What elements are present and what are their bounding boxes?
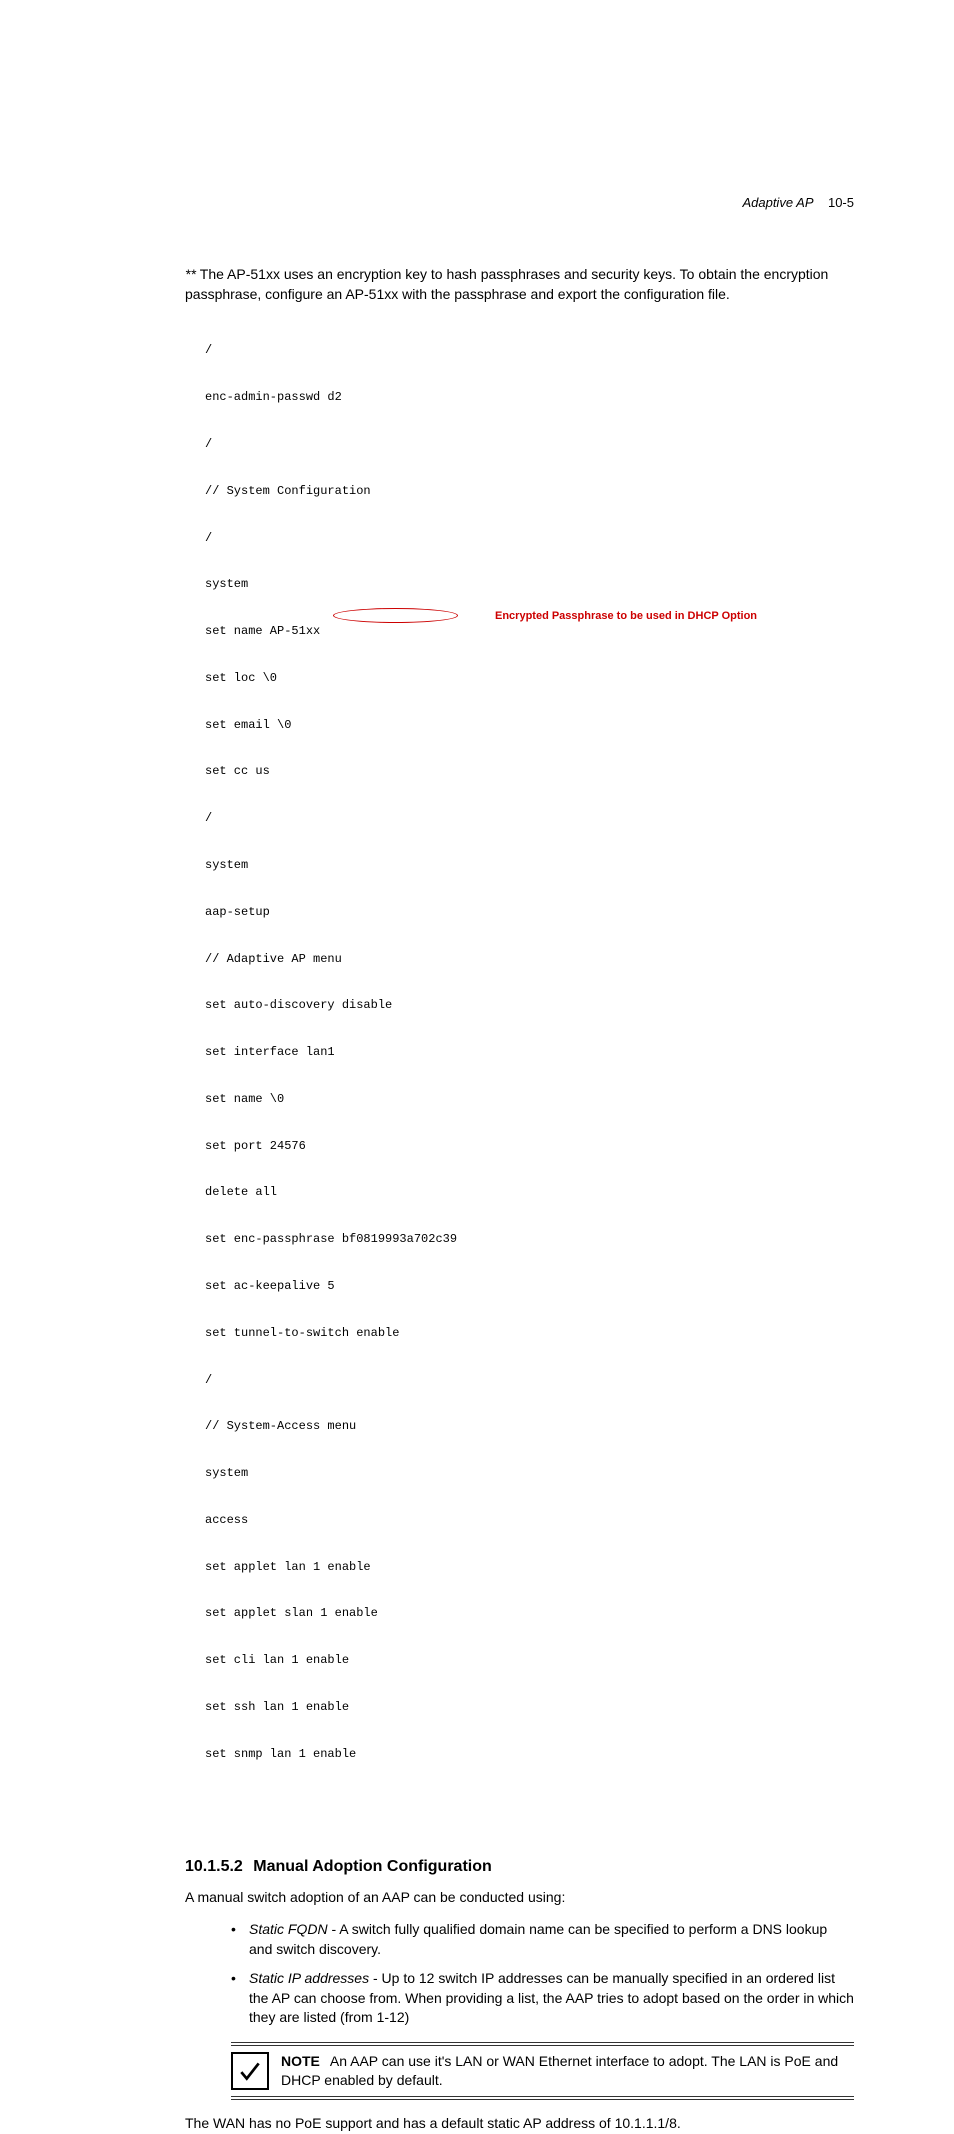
list-item: Static IP addresses - Up to 12 switch IP… [231,1969,854,2028]
code-line: set ac-keepalive 5 [205,1279,854,1295]
code-line: set applet slan 1 enable [205,1606,854,1622]
code-line: / [205,531,854,547]
code-line: / [205,343,854,359]
page-number: 10-5 [828,195,854,210]
note-text-wrap: NOTEAn AAP can use it's LAN or WAN Ether… [281,2052,854,2090]
code-line: set name AP-51xx [205,624,854,640]
section-title: Manual Adoption Configuration [253,1858,491,1875]
bullet-list: Static FQDN - A switch fully qualified d… [231,1920,854,2028]
section-intro: A manual switch adoption of an AAP can b… [185,1888,854,1908]
code-line: delete all [205,1185,854,1201]
callout-text: Encrypted Passphrase to be used in DHCP … [495,609,757,623]
intro-paragraph: ** The AP-51xx uses an encryption key to… [185,265,854,304]
page-header: Adaptive AP 10-5 [742,195,854,210]
code-line: // Adaptive AP menu [205,952,854,968]
note-box: NOTEAn AAP can use it's LAN or WAN Ether… [231,2042,854,2100]
code-line: // System Configuration [205,484,854,500]
list-item: Static FQDN - A switch fully qualified d… [231,1920,854,1959]
code-line: set cli lan 1 enable [205,1653,854,1669]
code-line: set name \0 [205,1092,854,1108]
code-line: access [205,1513,854,1529]
code-line: / [205,437,854,453]
intro-text: The AP-51xx uses an encryption key to ha… [185,266,828,302]
checkmark-icon [231,2052,269,2090]
code-line: set tunnel-to-switch enable [205,1326,854,1342]
note-label: NOTE [281,2053,320,2069]
code-line: set email \0 [205,718,854,734]
section-number: 10.1.5.2 [185,1858,243,1875]
code-line: / [205,1373,854,1389]
code-line: set cc us [205,764,854,780]
code-line: set applet lan 1 enable [205,1560,854,1576]
code-line: system [205,858,854,874]
code-line: set auto-discovery disable [205,998,854,1014]
code-line: set port 24576 [205,1139,854,1155]
code-line: system [205,577,854,593]
bullet-name: Static IP addresses [249,1970,369,1986]
code-line: set interface lan1 [205,1045,854,1061]
after-note-paragraph: The WAN has no PoE support and has a def… [185,2114,854,2134]
code-line: // System-Access menu [205,1419,854,1435]
code-line: / [205,811,854,827]
page-content: ** The AP-51xx uses an encryption key to… [185,265,854,2134]
code-line: system [205,1466,854,1482]
highlight-ellipse [333,608,458,623]
bullet-name: Static FQDN [249,1921,328,1937]
intro-stars: ** [185,266,200,282]
code-line: set snmp lan 1 enable [205,1747,854,1763]
code-line: enc-admin-passwd d2 [205,390,854,406]
config-code-figure: / enc-admin-passwd d2 / // System Config… [205,312,854,1840]
section-heading: 10.1.5.2 Manual Adoption Configuration [185,1858,854,1876]
code-line: set loc \0 [205,671,854,687]
header-title: Adaptive AP [742,195,813,210]
code-line: set ssh lan 1 enable [205,1700,854,1716]
note-text: An AAP can use it's LAN or WAN Ethernet … [281,2053,838,2088]
code-line: aap-setup [205,905,854,921]
bullet-text: - A switch fully qualified domain name c… [249,1921,827,1957]
